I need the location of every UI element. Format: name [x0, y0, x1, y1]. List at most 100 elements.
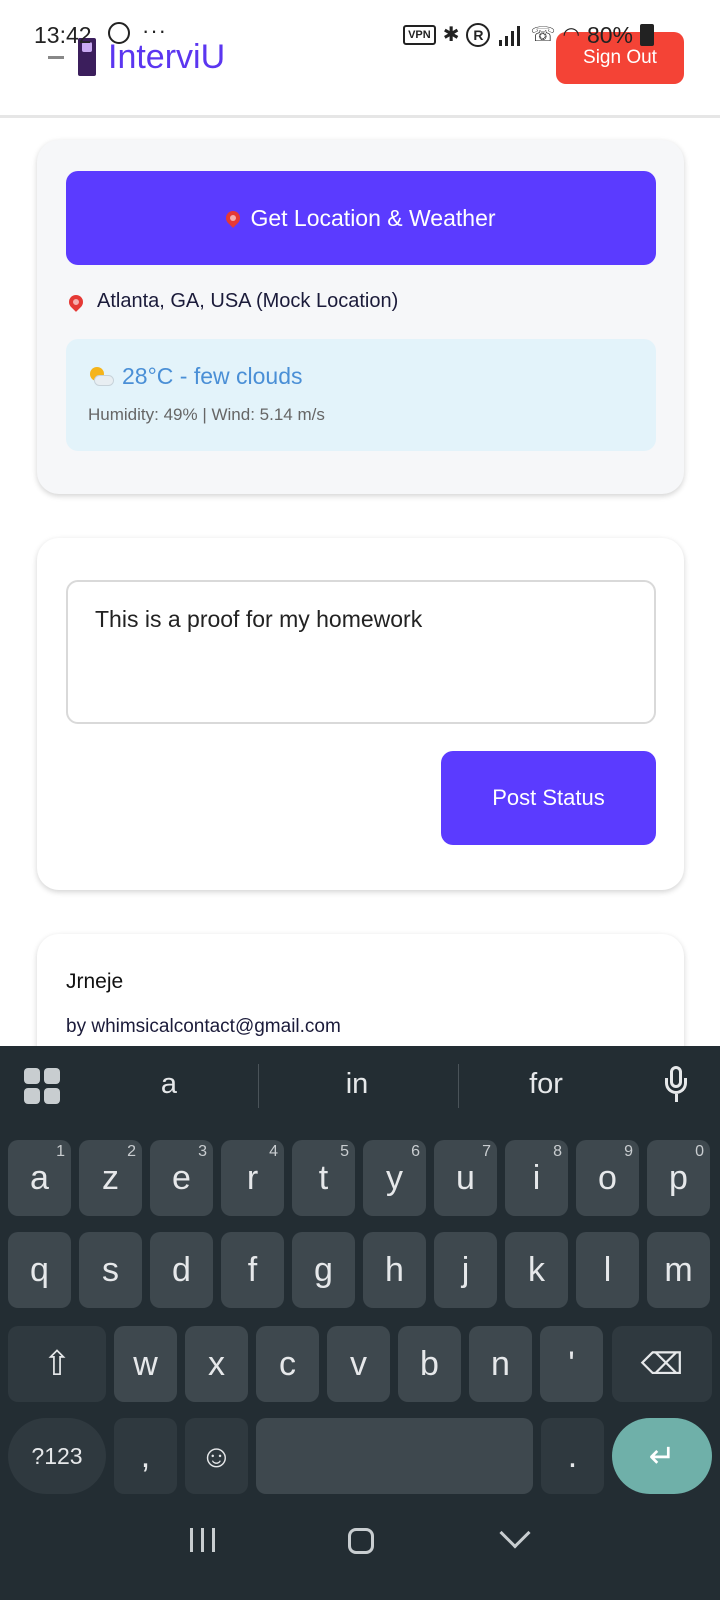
key-u-label: u	[456, 1158, 475, 1197]
key-hint: 7	[482, 1143, 491, 1160]
key-b[interactable]: b	[398, 1326, 461, 1402]
system-nav-bar	[0, 1516, 720, 1600]
battery-icon	[640, 24, 654, 46]
key-hint: 2	[127, 1143, 136, 1160]
home-button[interactable]	[348, 1528, 374, 1554]
emoji-key[interactable]: ☺	[185, 1418, 248, 1494]
key-apostrophe[interactable]: '	[540, 1326, 603, 1402]
space-key[interactable]	[256, 1418, 533, 1494]
post-status-button[interactable]: Post Status	[441, 751, 656, 845]
whatsapp-notification-icon	[108, 22, 130, 44]
key-f-label: f	[247, 1250, 258, 1289]
suggestion-2[interactable]: in	[297, 1068, 417, 1101]
key-k[interactable]: k	[505, 1232, 568, 1308]
status-compose-card: This is a proof for my homework Post Sta…	[37, 538, 684, 890]
key-y-label: y	[386, 1158, 403, 1197]
status-icons: VPN ✱ R ☏ ◠ 80%	[403, 22, 654, 48]
back-button[interactable]	[499, 1517, 531, 1549]
key-m-label: m	[664, 1250, 693, 1289]
key-o-label: o	[598, 1158, 617, 1197]
key-p[interactable]: p0	[647, 1140, 710, 1216]
location-display: Atlanta, GA, USA (Mock Location)	[66, 290, 399, 313]
key-o[interactable]: o9	[576, 1140, 639, 1216]
weather-main-text: 28°C - few clouds	[122, 363, 303, 389]
key-y[interactable]: y6	[363, 1140, 426, 1216]
symbols-key-label: ?123	[31, 1442, 83, 1469]
key-h[interactable]: h	[363, 1232, 426, 1308]
status-time: 13:42	[34, 22, 92, 48]
key-hint: 3	[198, 1143, 207, 1160]
key-v[interactable]: v	[327, 1326, 390, 1402]
key-v-label: v	[350, 1344, 367, 1383]
suggestion-divider	[258, 1064, 259, 1108]
key-q[interactable]: q	[8, 1232, 71, 1308]
key-g-label: g	[314, 1250, 333, 1289]
key-n[interactable]: n	[469, 1326, 532, 1402]
key-r-label: r	[246, 1158, 259, 1197]
symbols-key[interactable]: ?123	[8, 1418, 106, 1494]
period-key[interactable]: .	[541, 1418, 604, 1494]
key-c-label: c	[279, 1344, 296, 1383]
key-p-label: p	[669, 1158, 688, 1197]
suggestion-3[interactable]: for	[486, 1068, 606, 1101]
key-m[interactable]: m	[647, 1232, 710, 1308]
emoji-icon: ☺	[200, 1437, 233, 1474]
key-q-label: q	[30, 1250, 49, 1289]
key-d[interactable]: d	[150, 1232, 213, 1308]
more-notifications-icon: ···	[142, 18, 167, 43]
shift-key[interactable]: ⇧	[8, 1326, 106, 1402]
key-r[interactable]: r4	[221, 1140, 284, 1216]
key-x-label: x	[208, 1344, 225, 1383]
signal-icon	[497, 24, 523, 46]
suggestion-divider	[458, 1064, 459, 1108]
key-e[interactable]: e3	[150, 1140, 213, 1216]
key-t-label: t	[318, 1158, 329, 1197]
key-hint: 9	[624, 1143, 633, 1160]
status-input[interactable]: This is a proof for my homework	[66, 580, 656, 724]
keyboard-menu-icon[interactable]	[24, 1068, 60, 1104]
shift-icon: ⇧	[42, 1345, 72, 1383]
key-a[interactable]: a1	[8, 1140, 71, 1216]
key-g[interactable]: g	[292, 1232, 355, 1308]
key-j-label: j	[461, 1250, 470, 1289]
backspace-key[interactable]: ⌫	[612, 1326, 712, 1402]
battery-percent: 80%	[586, 21, 633, 48]
weather-summary: 28°C - few clouds	[88, 363, 303, 390]
key-h-label: h	[385, 1250, 404, 1289]
key-w[interactable]: w	[114, 1326, 177, 1402]
key-e-label: e	[172, 1158, 191, 1197]
comma-key-label: ,	[140, 1436, 151, 1475]
partly-cloudy-icon	[88, 366, 114, 387]
key-i-label: i	[532, 1158, 541, 1197]
location-weather-card: Get Location & Weather Atlanta, GA, USA …	[37, 140, 684, 494]
suggestion-1[interactable]: a	[109, 1068, 229, 1101]
weather-panel: 28°C - few clouds Humidity: 49% | Wind: …	[66, 339, 656, 451]
enter-icon: ↵	[648, 1438, 676, 1474]
key-b-label: b	[420, 1344, 439, 1383]
recent-apps-button[interactable]	[190, 1528, 218, 1552]
key-z[interactable]: z2	[79, 1140, 142, 1216]
key-n-label: n	[491, 1344, 510, 1383]
key-apostrophe-label: '	[568, 1344, 575, 1383]
post-title: Jrneje	[66, 970, 124, 993]
key-i[interactable]: i8	[505, 1140, 568, 1216]
key-hint: 6	[411, 1143, 420, 1160]
key-l[interactable]: l	[576, 1232, 639, 1308]
comma-key[interactable]: ,	[114, 1418, 177, 1494]
key-c[interactable]: c	[256, 1326, 319, 1402]
key-s[interactable]: s	[79, 1232, 142, 1308]
key-hint: 8	[553, 1143, 562, 1160]
key-j[interactable]: j	[434, 1232, 497, 1308]
key-k-label: k	[528, 1250, 545, 1289]
location-text: Atlanta, GA, USA (Mock Location)	[97, 290, 399, 312]
key-t[interactable]: t5	[292, 1140, 355, 1216]
enter-key[interactable]: ↵	[612, 1418, 712, 1494]
microphone-icon[interactable]	[664, 1066, 688, 1106]
key-f[interactable]: f	[221, 1232, 284, 1308]
key-d-label: d	[172, 1250, 191, 1289]
get-location-weather-button[interactable]: Get Location & Weather	[66, 171, 656, 265]
key-x[interactable]: x	[185, 1326, 248, 1402]
key-hint: 0	[695, 1143, 704, 1160]
key-u[interactable]: u7	[434, 1140, 497, 1216]
post-author: by whimsicalcontact@gmail.com	[66, 1016, 341, 1037]
